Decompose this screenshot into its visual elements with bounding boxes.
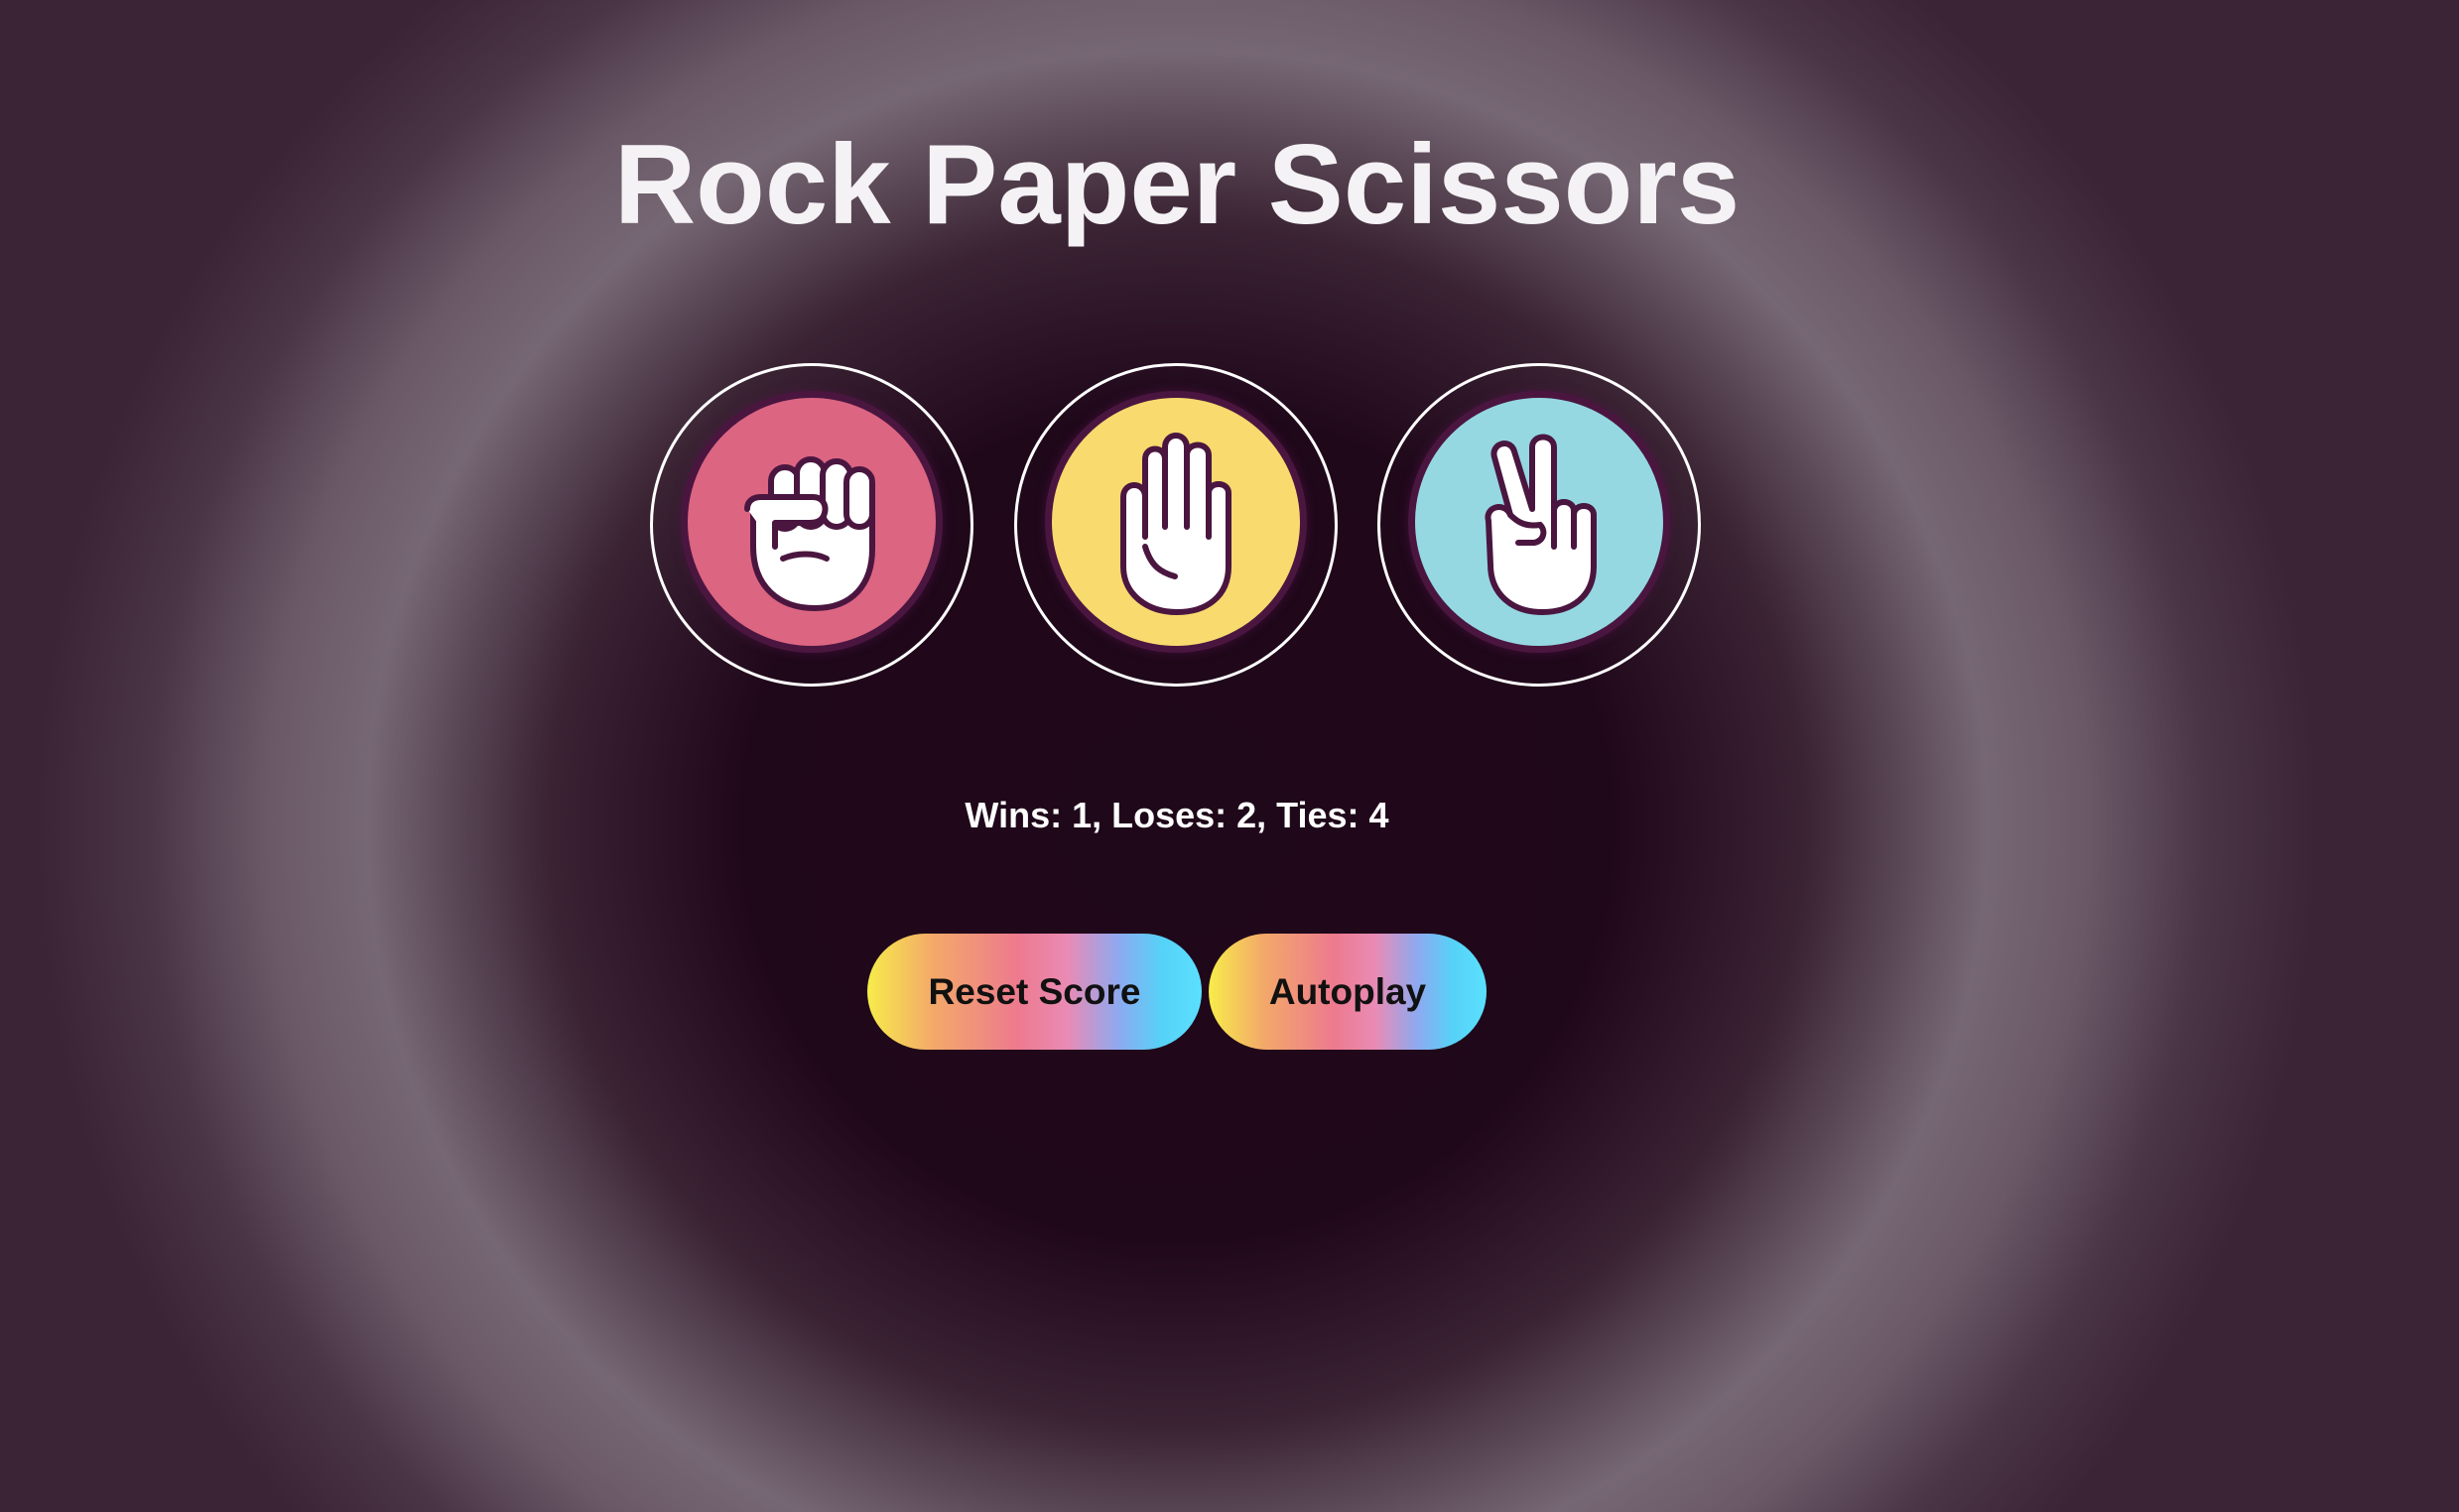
fist-icon bbox=[744, 456, 875, 611]
score-text: Wins: 1, Loses: 2, Ties: 4 bbox=[965, 795, 1389, 835]
paper-button[interactable] bbox=[1014, 363, 1338, 687]
rock-button[interactable] bbox=[650, 363, 973, 687]
autoplay-button[interactable]: Autoplay bbox=[1209, 934, 1487, 1050]
scissors-disc bbox=[1408, 391, 1670, 653]
open-hand-icon bbox=[1120, 433, 1231, 615]
scissors-button[interactable] bbox=[1377, 363, 1701, 687]
rock-disc bbox=[681, 391, 943, 653]
reset-score-button[interactable]: Reset Score bbox=[867, 934, 1202, 1050]
paper-disc bbox=[1045, 391, 1307, 653]
peace-hand-icon bbox=[1485, 434, 1597, 615]
page-title: Rock Paper Scissors bbox=[613, 122, 1741, 248]
